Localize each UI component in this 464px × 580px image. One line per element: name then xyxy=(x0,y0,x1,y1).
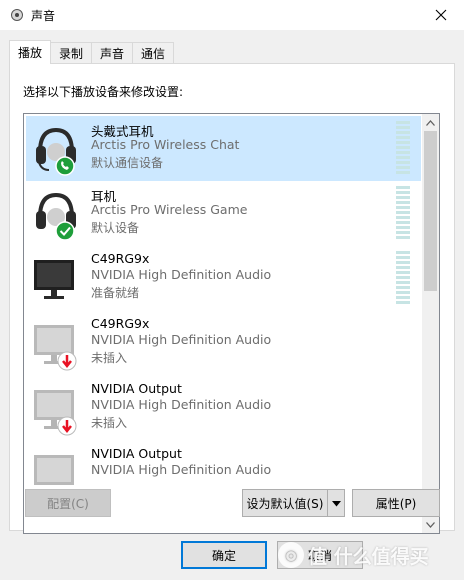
meter-bar xyxy=(396,126,410,129)
scroll-thumb[interactable] xyxy=(424,131,437,291)
meter-bar xyxy=(396,276,410,279)
device-name: C49RG9x xyxy=(91,316,150,331)
tab-strip: 播放 录制 声音 通信 xyxy=(9,40,175,64)
device-status: 默认设备 xyxy=(91,221,140,235)
monitor-icon xyxy=(31,317,81,371)
instruction-text: 选择以下播放设备来修改设置: xyxy=(23,85,184,99)
window-title: 声音 xyxy=(31,8,56,23)
meter-bar xyxy=(396,266,410,269)
meter-bar xyxy=(396,201,410,204)
device-description: NVIDIA High Definition Audio xyxy=(91,462,272,477)
device-items: 头戴式耳机 Arctis Pro Wireless Chat 默认通信设备 耳机… xyxy=(26,116,423,506)
tab-sounds[interactable]: 声音 xyxy=(91,42,134,64)
device-name: NVIDIA Output xyxy=(91,381,182,396)
speaker-icon xyxy=(9,7,25,23)
meter-bar xyxy=(396,191,410,194)
device-description: Arctis Pro Wireless Chat xyxy=(91,137,240,152)
meter-bar xyxy=(396,231,410,234)
meter-bar xyxy=(396,156,410,159)
meter-bar xyxy=(396,161,410,164)
set-default-dropdown[interactable] xyxy=(327,489,345,517)
device-item[interactable]: C49RG9x NVIDIA High Definition Audio 未插入 xyxy=(26,311,421,376)
meter-bar xyxy=(396,136,410,139)
device-name: C49RG9x xyxy=(91,251,150,266)
configure-button[interactable]: 配置(C) xyxy=(25,489,111,517)
meter-bar xyxy=(396,221,410,224)
properties-label: 属性(P) xyxy=(375,496,417,511)
monitor-icon xyxy=(31,252,81,306)
tab-recording[interactable]: 录制 xyxy=(50,42,93,64)
meter-bar xyxy=(396,226,410,229)
cancel-button[interactable]: 取消 xyxy=(277,541,363,569)
device-item[interactable]: 耳机 Arctis Pro Wireless Game 默认设备 xyxy=(26,181,421,246)
headset-icon xyxy=(31,122,81,176)
vertical-scrollbar[interactable] xyxy=(422,114,439,533)
meter-bar xyxy=(396,271,410,274)
chevron-down-icon xyxy=(331,496,341,510)
tab-label: 播放 xyxy=(18,46,43,60)
meter-bar xyxy=(396,286,410,289)
ok-button[interactable]: 确定 xyxy=(181,541,267,569)
device-description: NVIDIA High Definition Audio xyxy=(91,332,272,347)
playback-pane: 选择以下播放设备来修改设置: 头戴式耳机 Arctis Pro Wireless… xyxy=(9,63,455,534)
device-item[interactable]: 头戴式耳机 Arctis Pro Wireless Chat 默认通信设备 xyxy=(26,116,421,181)
tab-playback[interactable]: 播放 xyxy=(9,40,52,64)
meter-bar xyxy=(396,236,410,239)
cancel-label: 取消 xyxy=(307,548,332,563)
meter-bar xyxy=(396,301,410,304)
ok-label: 确定 xyxy=(211,548,236,563)
meter-bar xyxy=(396,256,410,259)
close-icon[interactable] xyxy=(418,0,464,30)
tab-label: 声音 xyxy=(100,47,125,61)
meter-bar xyxy=(396,151,410,154)
meter-bar xyxy=(396,261,410,264)
meter-bar xyxy=(396,131,410,134)
scroll-down-icon[interactable] xyxy=(422,516,439,533)
meter-bar xyxy=(396,166,410,169)
tab-communications[interactable]: 通信 xyxy=(132,42,175,64)
properties-button[interactable]: 属性(P) xyxy=(352,489,440,517)
set-default-button[interactable]: 设为默认值(S) xyxy=(242,489,328,517)
device-status: 未插入 xyxy=(91,416,128,430)
meter-bar xyxy=(396,196,410,199)
volume-meter xyxy=(396,186,412,242)
meter-bar xyxy=(396,171,410,174)
device-status: 默认通信设备 xyxy=(91,156,164,170)
device-status: 准备就绪 xyxy=(91,286,140,300)
device-description: NVIDIA High Definition Audio xyxy=(91,267,272,282)
device-item[interactable]: C49RG9x NVIDIA High Definition Audio 准备就… xyxy=(26,246,421,311)
meter-bar xyxy=(396,121,410,124)
meter-bar xyxy=(396,281,410,284)
device-item[interactable]: NVIDIA Output NVIDIA High Definition Aud… xyxy=(26,376,421,441)
device-description: NVIDIA High Definition Audio xyxy=(91,397,272,412)
headset-icon xyxy=(31,187,81,241)
meter-bar xyxy=(396,141,410,144)
tab-label: 录制 xyxy=(59,47,84,61)
scroll-up-icon[interactable] xyxy=(422,114,439,131)
meter-bar xyxy=(396,296,410,299)
volume-meter xyxy=(396,251,412,307)
set-default-label: 设为默认值(S) xyxy=(246,496,324,511)
monitor-icon xyxy=(31,382,81,436)
meter-bar xyxy=(396,186,410,189)
meter-bar xyxy=(396,146,410,149)
meter-bar xyxy=(396,206,410,209)
meter-bar xyxy=(396,216,410,219)
title-bar: 声音 xyxy=(0,0,464,30)
set-default-split-button: 设为默认值(S) xyxy=(242,489,345,517)
device-description: Arctis Pro Wireless Game xyxy=(91,202,248,217)
meter-bar xyxy=(396,291,410,294)
configure-label: 配置(C) xyxy=(47,496,89,511)
meter-bar xyxy=(396,251,410,254)
tab-label: 通信 xyxy=(141,47,166,61)
meter-bar xyxy=(396,211,410,214)
device-list[interactable]: 头戴式耳机 Arctis Pro Wireless Chat 默认通信设备 耳机… xyxy=(23,113,440,534)
device-name: NVIDIA Output xyxy=(91,446,182,461)
volume-meter xyxy=(396,121,412,177)
device-status: 未插入 xyxy=(91,351,128,365)
